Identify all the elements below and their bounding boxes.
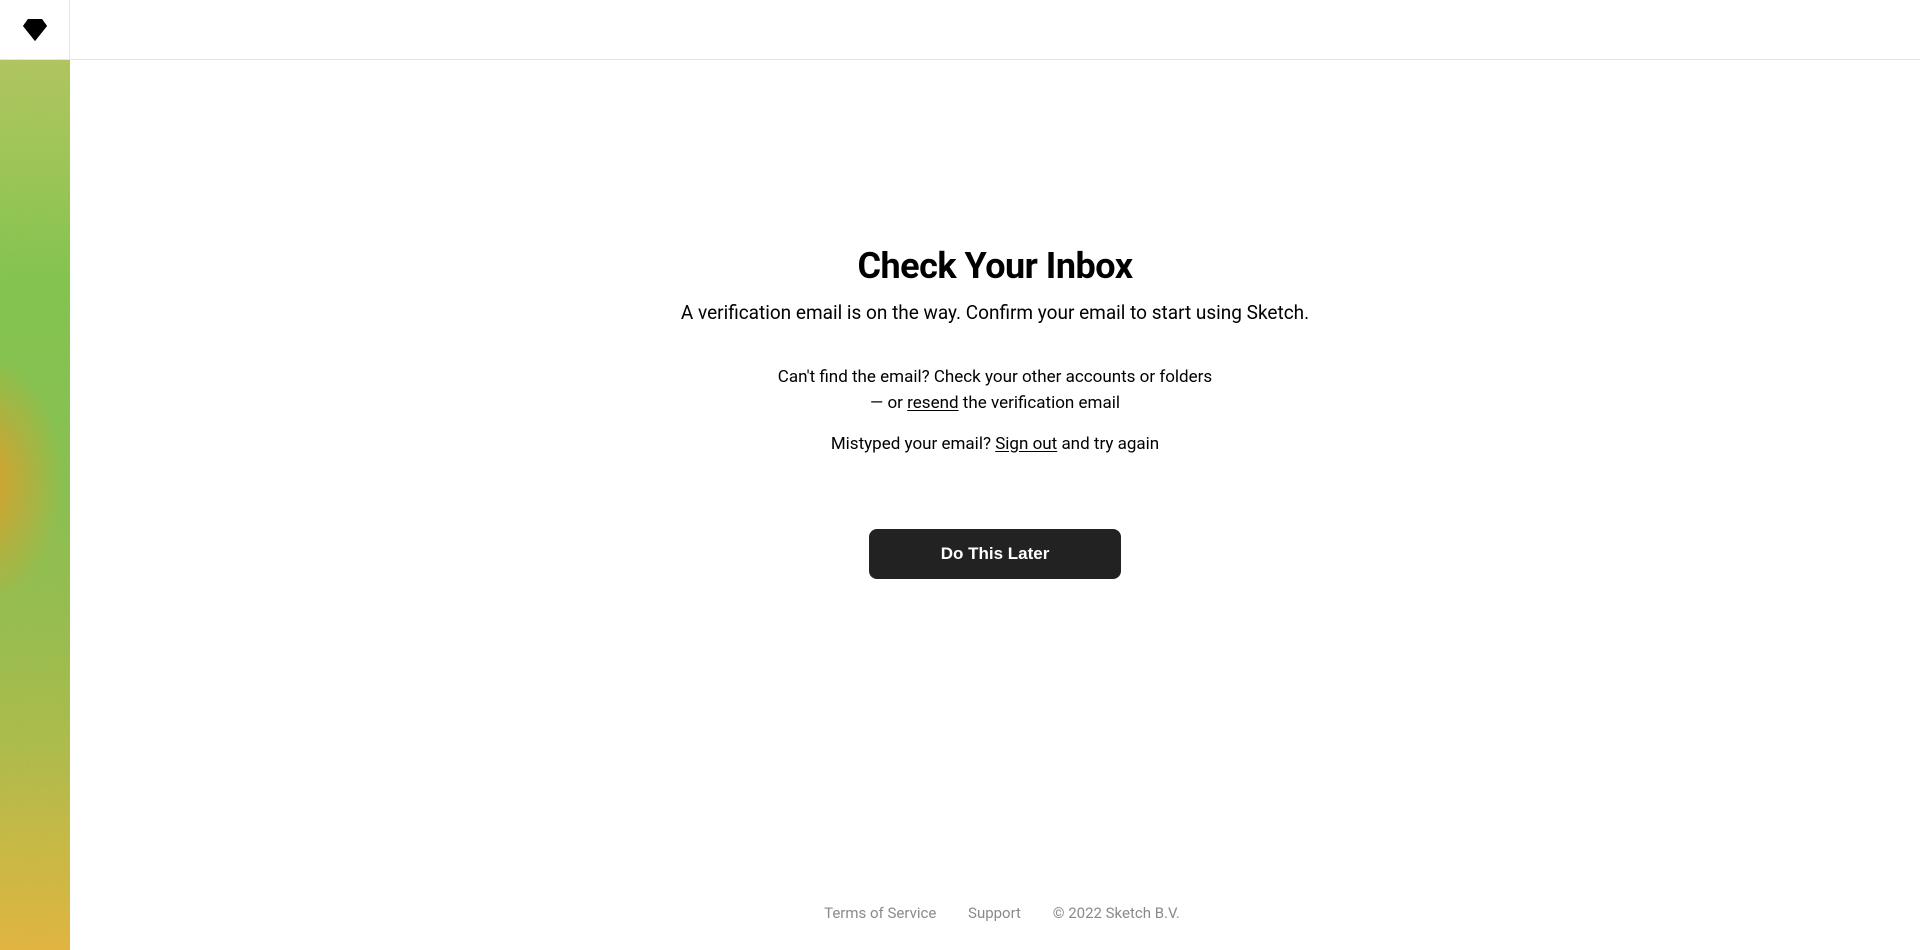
help-text-resend: Can't find the email? Check your other a… — [635, 364, 1355, 417]
resend-link[interactable]: resend — [907, 393, 958, 413]
help-or: — or — [870, 393, 907, 413]
support-link[interactable]: Support — [968, 904, 1021, 922]
decorative-sidebar — [0, 0, 70, 950]
main-panel: Check Your Inbox A verification email is… — [70, 60, 1920, 950]
content: Check Your Inbox A verification email is… — [635, 60, 1355, 579]
help2-post: and try again — [1061, 434, 1159, 454]
sketch-logo-icon[interactable] — [23, 19, 47, 41]
sign-out-link[interactable]: Sign out — [995, 434, 1057, 454]
help2-pre: Mistyped your email? — [831, 434, 995, 454]
help-line1: Can't find the email? Check your other a… — [778, 367, 1212, 387]
logo-cell — [0, 0, 70, 60]
page-subtitle: A verification email is on the way. Conf… — [635, 301, 1355, 324]
header — [0, 0, 1920, 60]
help-text-signout: Mistyped your email? Sign out and try ag… — [635, 431, 1355, 457]
copyright-text: © 2022 Sketch B.V. — [1053, 904, 1180, 922]
page-title: Check Your Inbox — [635, 245, 1355, 287]
help-post1: the verification email — [963, 393, 1120, 413]
footer: Terms of Service Support © 2022 Sketch B… — [70, 904, 1920, 922]
do-this-later-button[interactable]: Do This Later — [869, 529, 1122, 579]
terms-link[interactable]: Terms of Service — [824, 904, 936, 922]
